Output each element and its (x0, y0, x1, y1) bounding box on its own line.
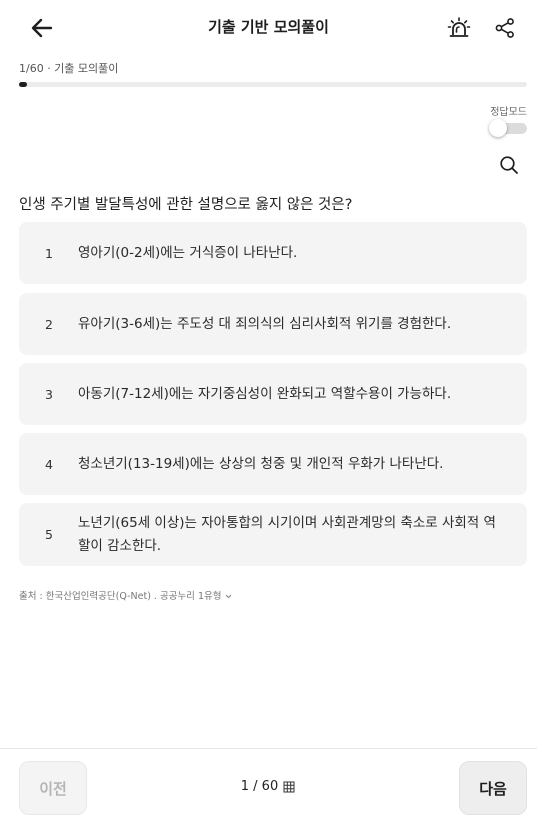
option-text: 영아기(0-2세)에는 거식증이 나타난다. (78, 244, 298, 261)
answer-mode-toggle[interactable] (489, 119, 527, 137)
page-indicator[interactable]: 1 / 60 (228, 779, 308, 794)
progress-label: 1/60 · 기출 모의풀이 (19, 62, 119, 75)
search-icon (500, 156, 518, 174)
quiz-screen: 기출 기반 모의풀이 1/60 · 기출 모의풀이 정답모드 인생 주기별 발달… (0, 0, 537, 820)
option-number: 4 (45, 456, 53, 472)
footer-divider (0, 748, 537, 749)
option-text: 노년기(65세 이상)는 자아통합의 시기이며 사회관계망의 축소로 사회적 역… (78, 514, 496, 554)
option-number: 3 (45, 386, 53, 402)
option-1[interactable]: 1 영아기(0-2세)에는 거식증이 나타난다. (19, 222, 527, 284)
option-number: 2 (45, 316, 53, 332)
source-note: 출처 : 한국산업인력공단(Q-Net) . 공공누리 1유형 (19, 588, 233, 602)
option-number: 5 (45, 527, 53, 542)
option-number: 1 (45, 245, 53, 261)
option-text: 유아기(3-6세)는 주도성 대 죄의식의 심리사회적 위기를 경험한다. (78, 315, 452, 332)
page-text: 1 / 60 (240, 779, 279, 794)
source-expand-button[interactable] (224, 591, 233, 600)
header: 기출 기반 모의풀이 (0, 0, 537, 54)
grid-icon (283, 781, 295, 793)
option-text: 청소년기(13-19세)에는 상상의 청중 및 개인적 우화가 나타난다. (78, 455, 444, 472)
option-text: 아동기(7-12세)에는 자기중심성이 완화되고 역할수용이 가능하다. (78, 385, 452, 402)
progress-fill (19, 82, 28, 87)
siren-icon (447, 17, 471, 37)
question-text: 인생 주기별 발달특성에 관한 설명으로 옳지 않은 것은? (19, 197, 353, 213)
source-text: 출처 : 한국산업인력공단(Q-Net) . 공공누리 1유형 (19, 591, 222, 602)
chevron-down-icon (226, 594, 232, 598)
option-2[interactable]: 2 유아기(3-6세)는 주도성 대 죄의식의 심리사회적 위기를 경험한다. (19, 293, 527, 355)
option-5[interactable]: 5 노년기(65세 이상)는 자아통합의 시기이며 사회관계망의 축소로 사회적… (19, 503, 527, 566)
answer-mode-label: 정답모드 (490, 107, 527, 118)
progress-bar (19, 82, 527, 87)
share-icon (495, 18, 514, 38)
next-button[interactable]: 다음 (459, 761, 527, 815)
search-button[interactable] (497, 153, 521, 177)
option-4[interactable]: 4 청소년기(13-19세)에는 상상의 청중 및 개인적 우화가 나타난다. (19, 433, 527, 495)
toggle-knob (489, 119, 507, 137)
prev-button[interactable]: 이전 (19, 761, 87, 815)
share-button[interactable] (490, 12, 520, 44)
report-button[interactable] (443, 12, 475, 44)
option-3[interactable]: 3 아동기(7-12세)에는 자기중심성이 완화되고 역할수용이 가능하다. (19, 363, 527, 425)
